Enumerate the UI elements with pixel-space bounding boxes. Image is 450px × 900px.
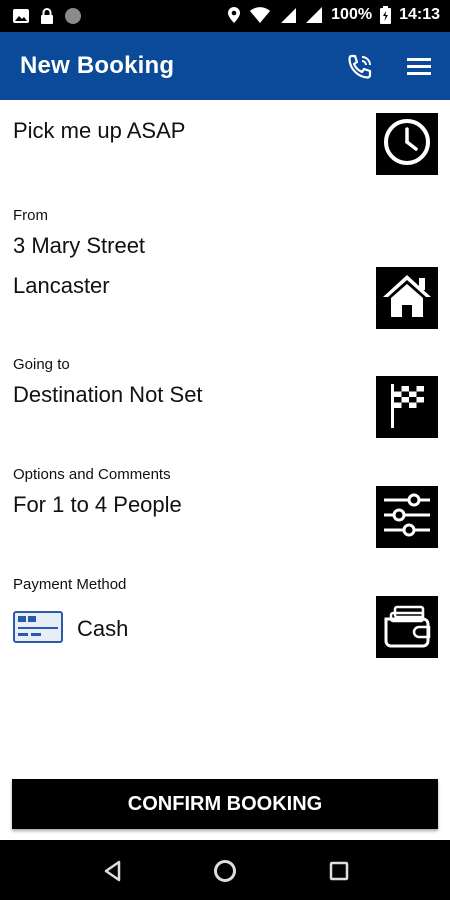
payment-button[interactable] (376, 596, 438, 658)
home-circle-icon (212, 860, 238, 888)
page-title: New Booking (20, 52, 175, 79)
from-address-line2[interactable]: Lancaster (13, 273, 110, 299)
signal-icon (305, 6, 323, 24)
home-button[interactable] (212, 858, 238, 884)
status-bar-left (12, 7, 82, 25)
back-icon (100, 860, 126, 888)
image-icon (12, 8, 30, 24)
options-value[interactable]: For 1 to 4 People (13, 492, 182, 518)
back-button[interactable] (100, 858, 126, 884)
from-address-line1[interactable]: 3 Mary Street (13, 233, 145, 259)
from-home-button[interactable] (376, 267, 438, 329)
pickup-time-value[interactable]: Pick me up ASAP (13, 118, 185, 144)
recents-button[interactable] (326, 858, 352, 884)
circle-icon (64, 7, 82, 25)
signal-icon (279, 6, 297, 24)
status-bar: 100% 14:13 (0, 0, 450, 32)
battery-icon (380, 6, 392, 24)
location-icon (227, 6, 241, 24)
wifi-icon (249, 6, 271, 24)
battery-percent: 100% (331, 6, 373, 23)
phone-icon (345, 54, 375, 86)
menu-icon (404, 58, 434, 86)
options-button[interactable] (376, 486, 438, 548)
menu-button[interactable] (404, 52, 434, 82)
destination-value[interactable]: Destination Not Set (13, 382, 203, 408)
wallet-icon (381, 601, 433, 654)
android-nav-bar (0, 840, 450, 900)
payment-label: Payment Method (13, 576, 127, 593)
payment-value[interactable]: Cash (77, 616, 128, 642)
destination-button[interactable] (376, 376, 438, 438)
app-bar: New Booking (0, 32, 450, 100)
confirm-booking-button[interactable]: CONFIRM BOOKING (12, 779, 438, 829)
checkered-flag-icon (385, 380, 429, 435)
pickup-time-button[interactable] (376, 113, 438, 175)
phone-button[interactable] (345, 52, 375, 82)
lock-icon (40, 7, 54, 25)
destination-label: Going to (13, 356, 70, 373)
clock-icon (382, 117, 432, 172)
status-bar-right: 100% 14:13 (227, 6, 440, 24)
credit-card-icon (13, 611, 63, 643)
home-icon (380, 272, 434, 325)
from-label: From (13, 207, 48, 224)
sliders-icon (381, 490, 433, 545)
clock-time: 14:13 (399, 6, 440, 23)
options-label: Options and Comments (13, 466, 171, 483)
recents-icon (326, 861, 352, 888)
